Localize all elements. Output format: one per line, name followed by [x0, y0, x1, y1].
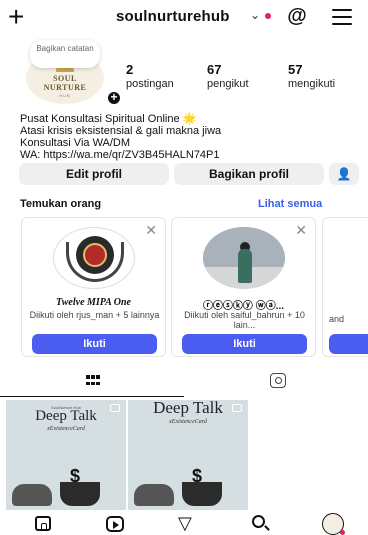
follow-button[interactable]: Ikuti [182, 334, 307, 354]
threads-icon[interactable]: @ [286, 5, 308, 27]
add-story-plus-icon[interactable]: + [106, 90, 122, 106]
note-bubble-text: Bagikan catatan [36, 44, 94, 53]
bio-line-2: Atasi krisis eksistensial & gali makna j… [20, 125, 222, 137]
reels-icon[interactable] [104, 513, 126, 533]
post-thumbnail[interactable]: Deep Talk xExistenceCard $ [128, 400, 248, 510]
bio-line-3: Konsultasi Via WA/DM [20, 137, 131, 149]
add-person-icon: 👤 [336, 167, 352, 181]
suggestion-name[interactable]: Twelve MIPA One [22, 297, 165, 308]
cup-graphic [60, 482, 100, 506]
note-bubble[interactable]: Bagikan catatan [30, 40, 100, 68]
profile-bio: Pusat Konsultasi Spiritual Online 🌟 Atas… [20, 113, 360, 161]
edit-profile-button[interactable]: Edit profil [19, 163, 169, 185]
search-icon[interactable] [250, 513, 272, 533]
suggestion-subtitle: Diikuti oleh rjus_man + 5 lainnya [29, 310, 160, 320]
post-title: Deep Talk [153, 400, 223, 417]
suggestion-card[interactable]: ✕ Twelve MIPA One Diikuti oleh rjus_man … [21, 217, 166, 357]
post-thumbnail[interactable]: SoulNurture Hub Deep Talk xExistenceCard… [6, 400, 126, 510]
logo-text-3: HUB [59, 93, 71, 98]
tagged-person-icon [270, 373, 286, 388]
close-icon[interactable]: ✕ [295, 222, 307, 239]
suggestion-avatar[interactable] [53, 227, 135, 289]
stat-followers-count: 67 [207, 62, 222, 77]
send-icon[interactable]: ▽ [176, 513, 198, 533]
badge-emblem [76, 236, 114, 274]
stat-following-count: 57 [288, 62, 303, 77]
follow-button[interactable] [329, 334, 368, 354]
discover-people-heading: Temukan orang [20, 198, 102, 210]
hand-graphic [134, 484, 174, 506]
home-icon[interactable] [32, 513, 54, 533]
person-figure [238, 249, 252, 283]
stat-posts-label: postingan [126, 78, 174, 90]
tab-tagged[interactable] [184, 367, 368, 397]
hand-graphic [12, 484, 52, 506]
stat-following-label: mengikuti [288, 78, 336, 90]
bottom-nav: ▽ [0, 510, 368, 535]
stat-posts[interactable]: 2 postingan [126, 62, 174, 90]
cup-graphic [182, 482, 222, 506]
follow-button[interactable]: Ikuti [32, 334, 157, 354]
suggestion-avatar[interactable] [203, 227, 285, 289]
bio-line-4-wa-link[interactable]: WA: https://wa.me/qr/ZV3B45HALN74P1 [20, 149, 360, 161]
see-all-link[interactable]: Lihat semua [258, 198, 322, 210]
logo-text-1: SOUL [53, 74, 77, 83]
stat-followers-label: pengikut [207, 78, 249, 90]
close-icon[interactable]: ✕ [145, 222, 157, 239]
create-plus-icon[interactable]: + [8, 2, 24, 32]
grid-icon [86, 375, 100, 387]
suggestion-subtitle: and [329, 314, 345, 324]
profile-tabs [0, 367, 368, 397]
post-subtitle: xExistenceCard [47, 426, 85, 432]
bio-line-1: Pusat Konsultasi Spiritual Online 🌟 [20, 113, 197, 125]
top-bar: + soulnurturehub ⌄ @ [0, 0, 368, 36]
suggestion-card-partial[interactable]: and [322, 217, 368, 357]
chevron-down-icon[interactable]: ⌄ [250, 8, 260, 22]
post-title: Deep Talk [35, 408, 97, 424]
stat-following[interactable]: 57 mengikuti [288, 62, 335, 90]
add-person-button[interactable]: 👤 [329, 163, 359, 185]
suggestion-card[interactable]: ✕ ⓡⓔⓢⓚⓨ ⓦⓐ... Diikuti oleh saiful_bahrun… [171, 217, 316, 357]
tab-posts-grid[interactable] [0, 367, 184, 397]
stat-followers[interactable]: 67 pengikut [207, 62, 249, 90]
profile-nav-avatar[interactable] [322, 513, 345, 535]
suggestion-subtitle: Diikuti oleh saiful_bahrun + 10 lain... [184, 310, 305, 330]
notification-dot [265, 13, 271, 19]
stat-posts-count: 2 [126, 62, 134, 77]
hamburger-menu-icon[interactable] [332, 9, 352, 25]
post-subtitle: xExistenceCard [169, 419, 207, 425]
notification-dot [340, 530, 345, 535]
share-profile-button[interactable]: Bagikan profil [174, 163, 324, 185]
profile-username[interactable]: soulnurturehub [116, 8, 230, 25]
logo-text-2: NURTURE [43, 83, 87, 92]
